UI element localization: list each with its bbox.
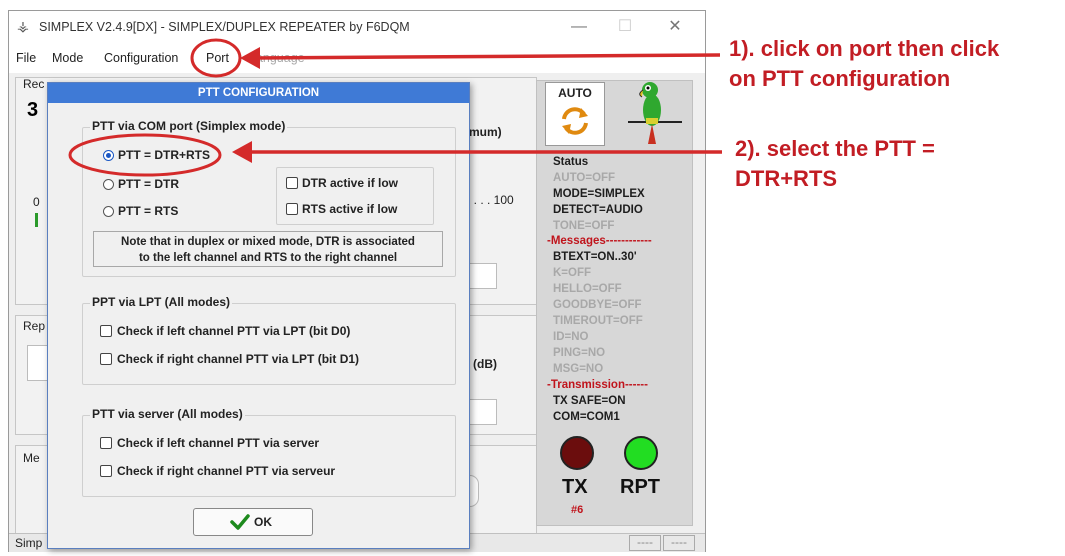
step2-instruction-line2: DTR+RTS <box>735 166 838 191</box>
dtr-rts-highlight-circle <box>68 133 222 177</box>
step1-instruction-line1: 1). click on port then click <box>729 36 1000 61</box>
step1-instruction-line2: on PTT configuration <box>729 66 951 91</box>
step2-instruction-line1: 2). select the PTT = <box>735 136 935 161</box>
step2-arrow-head <box>232 141 252 163</box>
step1-arrow-line <box>249 53 721 60</box>
port-highlight-circle <box>190 38 242 78</box>
step1-arrow-head <box>240 47 260 69</box>
